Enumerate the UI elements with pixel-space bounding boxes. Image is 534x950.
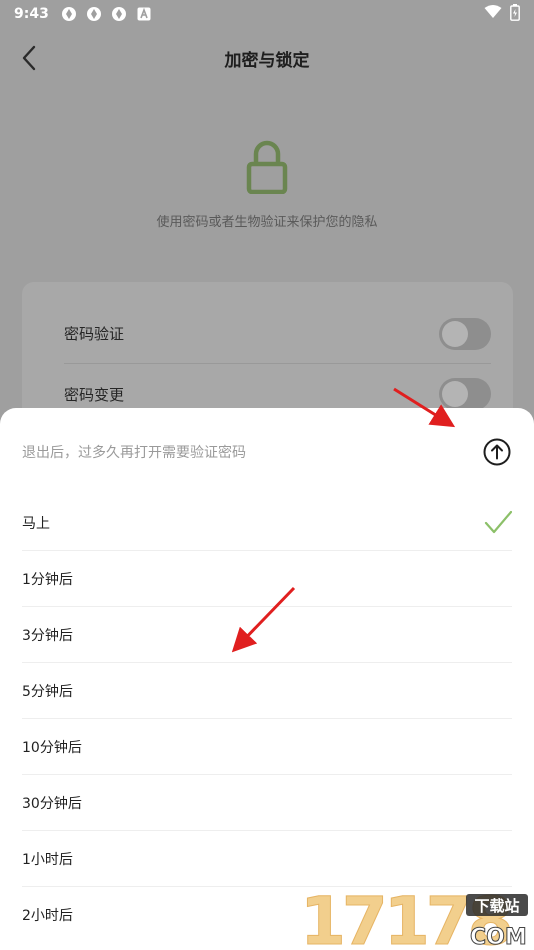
page-title: 加密与锁定 [224, 50, 310, 71]
option-label: 30分钟后 [22, 795, 82, 812]
option-label: 2小时后 [22, 908, 73, 924]
privacy-description: 使用密码或者生物验证来保护您的隐私 [156, 215, 378, 230]
option-3-min[interactable]: 3分钟后 [22, 607, 512, 663]
notification-icon [86, 6, 102, 22]
option-label: 10分钟后 [22, 739, 82, 756]
site-watermark: 17178 下载站 COM [300, 888, 528, 950]
notification-icon [111, 6, 127, 22]
back-button[interactable] [16, 44, 44, 72]
watermark-tag: 下载站 [474, 897, 519, 915]
option-label: 3分钟后 [22, 627, 73, 644]
check-icon [484, 510, 512, 533]
wifi-icon [484, 5, 502, 23]
battery-icon [510, 3, 520, 25]
option-label: 1小时后 [22, 851, 73, 868]
lock-icon [246, 140, 288, 195]
option-immediately[interactable]: 马上 [22, 495, 512, 551]
option-10-min[interactable]: 10分钟后 [22, 719, 512, 775]
option-1-hour[interactable]: 1小时后 [22, 831, 512, 887]
password-verification-row[interactable]: 密码验证 [64, 304, 491, 364]
password-verification-label: 密码验证 [64, 325, 125, 343]
delay-options-list: 马上 1分钟后 3分钟后 5分钟后 10分钟后 30分钟后 1小时后 2小时后 [22, 495, 512, 943]
password-change-toggle[interactable] [439, 378, 491, 410]
option-1-min[interactable]: 1分钟后 [22, 551, 512, 607]
option-30-min[interactable]: 30分钟后 [22, 775, 512, 831]
option-label: 马上 [22, 515, 50, 532]
sheet-header: 退出后，过多久再打开需要验证密码 [22, 434, 512, 470]
option-label: 1分钟后 [22, 571, 73, 588]
sheet-hint: 退出后，过多久再打开需要验证密码 [22, 445, 246, 461]
watermark-suffix: COM [470, 925, 527, 950]
notification-icon [61, 6, 77, 22]
status-time: 9:43 [14, 6, 49, 22]
arrow-up-circle-icon [483, 438, 511, 466]
option-5-min[interactable]: 5分钟后 [22, 663, 512, 719]
collapse-sheet-button[interactable] [482, 437, 512, 467]
status-bar: 9:43 [0, 0, 534, 28]
font-icon [136, 6, 152, 22]
password-change-label: 密码变更 [64, 385, 125, 404]
back-arrow-icon [22, 45, 36, 71]
lock-delay-sheet: 退出后，过多久再打开需要验证密码 马上 1分钟后 3分钟后 5分钟后 10分钟后… [0, 408, 534, 950]
password-verification-toggle[interactable] [439, 317, 491, 350]
option-label: 5分钟后 [22, 683, 73, 700]
app-header: 加密与锁定 [0, 32, 534, 84]
